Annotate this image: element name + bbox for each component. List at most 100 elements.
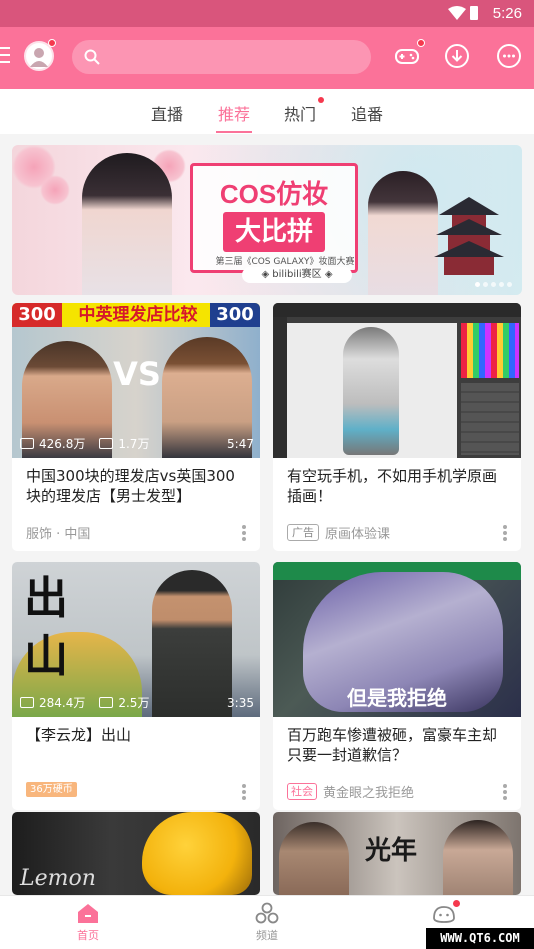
video-card[interactable]: 但是我拒绝 百万跑车惨遭被砸，富豪车主却只要一封道歉信？ 社会 黄金眼之我拒绝 [273,562,521,810]
channels-icon [255,902,279,924]
video-thumbnail [273,303,521,458]
tab-follow-anime[interactable]: 追番 [351,101,383,125]
pager-dot [507,282,512,287]
video-thumbnail: 光年 [273,812,521,895]
video-thumbnail: 出山 284.4万 2.5万 3:35 [12,562,260,717]
coin-badge: 36万硬币 [26,782,77,797]
banner-title: COS仿妆 [219,179,329,209]
cosplayer-right [368,171,438,295]
thumb-text: 光年 [365,836,418,866]
tab-recommend[interactable]: 推荐 [216,101,253,133]
ad-card[interactable]: 有空玩手机，不如用手机学原画插画！ 广告 原画体验课 [273,303,521,551]
search-icon [84,49,100,65]
top-tabs: 直播 推荐 热门 追番 [0,89,534,134]
thumb-title-text: 出山 [24,573,68,682]
message-button[interactable] [496,43,522,69]
avatar-notification-dot [48,39,56,47]
video-duration: 3:35 [227,695,254,710]
video-meta: 36万硬币 [26,782,77,797]
tab-hot[interactable]: 热门 [284,97,325,125]
video-card[interactable]: 光年 [273,812,521,895]
video-card[interactable]: Lemon [12,812,260,895]
video-card[interactable]: 300 中英理发店比较 300 VS 426.8万 1.7万 5:47 中国30… [12,303,260,551]
nav-home-label: 首页 [77,929,99,942]
thumb-price-left: 300 [12,303,62,327]
avatar[interactable] [24,39,56,71]
avatar-image [30,48,48,67]
video-title: 【李云龙】出山 [26,726,132,744]
download-icon [445,44,469,68]
thumb-price-right: 300 [210,303,260,327]
battery-icon [470,6,478,20]
danmaku-count: 1.7万 [118,437,150,451]
search-input[interactable] [72,40,371,74]
video-source: 黄金眼之我拒绝 [323,786,415,801]
video-stats: 426.8万 1.7万 5:47 [20,435,254,452]
video-duration: 5:47 [227,436,254,451]
layers-panel [461,383,519,455]
menu-icon[interactable] [0,47,10,67]
nav-channels[interactable]: 频道 [237,902,297,943]
video-meta: 服饰 · 中国 [26,523,90,542]
game-center-button[interactable] [394,39,425,69]
more-options-icon[interactable] [503,784,507,800]
banner-subtitle: 第三届《COS GALAXY》妆面大赛 [215,257,355,267]
banner-title-highlight: 大比拼 [223,212,325,252]
status-bar: 5:26 [0,0,534,27]
video-stats: 284.4万 2.5万 3:35 [20,694,254,711]
pager-dot [491,282,496,287]
thumb-caption: 但是我拒绝 [347,686,447,710]
nav-home[interactable]: 首页 [58,902,118,943]
color-swatches [461,323,519,378]
video-card[interactable]: 出山 284.4万 2.5万 3:35 【李云龙】出山 36万硬币 [12,562,260,810]
more-options-icon[interactable] [503,525,507,541]
video-meta: 社会 黄金眼之我拒绝 [287,782,414,801]
home-icon [78,904,98,923]
banner-pager [475,282,512,287]
more-options-icon[interactable] [242,784,246,800]
danmaku-icon [99,438,114,449]
nav-notification-dot [453,900,460,907]
cosplayer-left [82,153,172,295]
ad-badge: 广告 [287,524,319,541]
tab-active-indicator [216,131,253,133]
view-count: 284.4万 [39,696,86,710]
ad-title: 有空玩手机，不如用手机学原画插画！ [287,467,498,505]
video-category: 服饰 · 中国 [26,527,91,542]
category-badge: 社会 [287,783,317,800]
pagoda-illustration [434,197,504,275]
wifi-icon [448,6,466,20]
gamepad-icon [395,49,419,64]
promo-banner[interactable]: COS仿妆 大比拼 第三届《COS GALAXY》妆面大赛 ◈ bilibili… [12,145,522,295]
ad-meta: 广告 原画体验课 [287,523,390,542]
danmaku-icon [99,697,114,708]
thumb-person-right [443,820,513,895]
download-button[interactable] [444,43,470,69]
more-options-icon[interactable] [242,525,246,541]
video-title: 中国300块的理发店vs英国300块的理发店【男士发型】 [26,467,235,505]
thumb-lemon [142,812,252,895]
pager-dot [499,282,504,287]
nav-channels-label: 频道 [256,929,278,942]
play-count-icon [20,697,34,708]
pager-dot [483,282,488,287]
tab-live[interactable]: 直播 [151,101,183,125]
app-bar [0,27,534,89]
game-notification-dot [417,39,425,47]
ad-source: 原画体验课 [325,527,391,542]
play-count-icon [20,438,34,449]
nav-dynamic[interactable] [414,900,474,927]
video-title: 百万跑车惨遭被砸，富豪车主却只要一封道歉信？ [287,726,498,764]
blossom-decoration [40,175,70,205]
pager-dot [475,282,480,287]
video-thumbnail: Lemon [12,812,260,895]
watermark: WWW.QT6.COM [426,928,534,949]
video-thumbnail: 但是我拒绝 [273,562,521,717]
thumb-text: Lemon [20,866,96,891]
character-sketch [343,327,399,455]
banner-brand: ◈ bilibili赛区 ◈ [242,267,352,283]
thumb-vs-text: VS [113,355,161,393]
danmaku-count: 2.5万 [118,696,150,710]
tab-notification-dot [318,97,325,103]
message-icon [497,44,521,68]
